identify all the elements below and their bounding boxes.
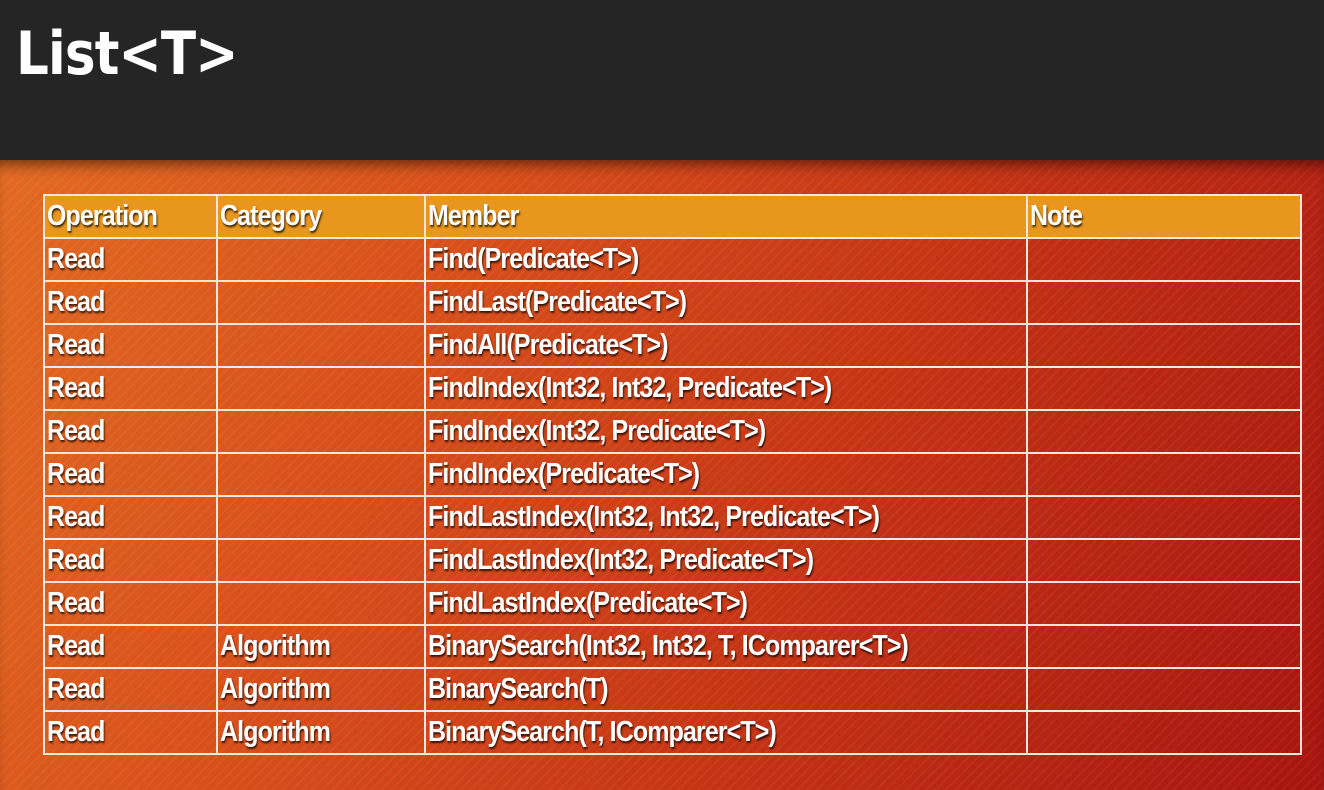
table-row: Read Algorithm BinarySearch(T, IComparer… (43, 710, 1302, 755)
member-cell: FindLast(Predicate<T>) (424, 280, 1028, 325)
member-cell: FindLastIndex(Int32, Predicate<T>) (424, 538, 1028, 583)
category-cell (216, 452, 426, 497)
operation-cell: Read (43, 581, 218, 626)
table-row: Read FindLastIndex(Int32, Predicate<T>) (43, 538, 1302, 583)
table-row: Read Algorithm BinarySearch(T) (43, 667, 1302, 712)
category-cell: Algorithm (216, 624, 426, 669)
operation-cell: Read (43, 323, 218, 368)
header-member: Member (424, 194, 1028, 239)
operation-cell: Read (43, 280, 218, 325)
category-cell (216, 323, 426, 368)
operation-cell: Read (43, 237, 218, 282)
category-cell (216, 409, 426, 454)
operation-cell: Read (43, 667, 218, 712)
member-cell: FindAll(Predicate<T>) (424, 323, 1028, 368)
member-cell: FindIndex(Int32, Int32, Predicate<T>) (424, 366, 1028, 411)
table-row: Read FindAll(Predicate<T>) (43, 323, 1302, 368)
category-cell: Algorithm (216, 667, 426, 712)
operation-cell: Read (43, 495, 218, 540)
note-cell (1026, 452, 1302, 497)
title-bar: List<T> (0, 0, 1324, 160)
operation-cell: Read (43, 366, 218, 411)
member-cell: FindIndex(Int32, Predicate<T>) (424, 409, 1028, 454)
category-cell: Algorithm (216, 710, 426, 755)
operation-cell: Read (43, 624, 218, 669)
note-cell (1026, 366, 1302, 411)
table-header-row: Operation Category Member Note (43, 194, 1302, 239)
member-cell: BinarySearch(Int32, Int32, T, IComparer<… (424, 624, 1028, 669)
note-cell (1026, 280, 1302, 325)
operation-cell: Read (43, 538, 218, 583)
table-row: Read FindLast(Predicate<T>) (43, 280, 1302, 325)
member-cell: FindLastIndex(Predicate<T>) (424, 581, 1028, 626)
note-cell (1026, 667, 1302, 712)
member-cell: BinarySearch(T) (424, 667, 1028, 712)
member-cell: BinarySearch(T, IComparer<T>) (424, 710, 1028, 755)
slide-title: List<T> (16, 19, 238, 89)
operation-cell: Read (43, 710, 218, 755)
slide-content: Operation Category Member Note Read Find… (0, 160, 1324, 790)
note-cell (1026, 237, 1302, 282)
note-cell (1026, 495, 1302, 540)
table-row: Read Algorithm BinarySearch(Int32, Int32… (43, 624, 1302, 669)
note-cell (1026, 323, 1302, 368)
member-cell: FindLastIndex(Int32, Int32, Predicate<T>… (424, 495, 1028, 540)
category-cell (216, 581, 426, 626)
note-cell (1026, 409, 1302, 454)
category-cell (216, 366, 426, 411)
member-cell: Find(Predicate<T>) (424, 237, 1028, 282)
header-operation: Operation (43, 194, 218, 239)
member-cell: FindIndex(Predicate<T>) (424, 452, 1028, 497)
table-row: Read FindIndex(Int32, Int32, Predicate<T… (43, 366, 1302, 411)
note-cell (1026, 538, 1302, 583)
note-cell (1026, 710, 1302, 755)
category-cell (216, 495, 426, 540)
note-cell (1026, 581, 1302, 626)
category-cell (216, 237, 426, 282)
table-row: Read FindIndex(Predicate<T>) (43, 452, 1302, 497)
table-row: Read Find(Predicate<T>) (43, 237, 1302, 282)
operation-cell: Read (43, 452, 218, 497)
table-row: Read FindLastIndex(Int32, Int32, Predica… (43, 495, 1302, 540)
header-note: Note (1026, 194, 1302, 239)
category-cell (216, 538, 426, 583)
category-cell (216, 280, 426, 325)
members-table: Operation Category Member Note Read Find… (43, 194, 1302, 755)
table-row: Read FindIndex(Int32, Predicate<T>) (43, 409, 1302, 454)
note-cell (1026, 624, 1302, 669)
operation-cell: Read (43, 409, 218, 454)
table-row: Read FindLastIndex(Predicate<T>) (43, 581, 1302, 626)
header-category: Category (216, 194, 426, 239)
